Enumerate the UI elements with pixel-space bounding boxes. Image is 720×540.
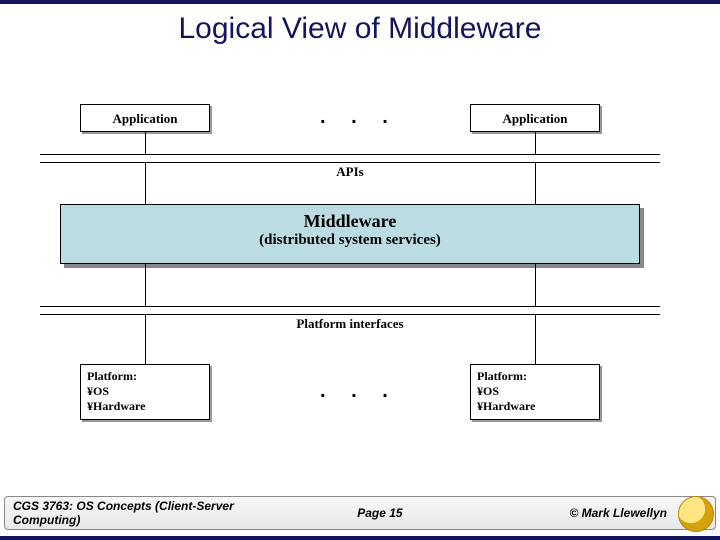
apis-divider [40,154,660,155]
footer-course: CGS 3763: OS Concepts (Client-Server Com… [13,499,300,527]
apis-label: APIs [40,164,660,180]
middleware-subtitle: (distributed system services) [61,232,639,249]
connector [145,162,146,204]
application-box-left: Application [80,104,210,132]
connector [145,264,146,306]
footer-page: Page 15 [300,506,460,520]
connector [535,162,536,204]
connector [145,314,146,364]
slide-footer: CGS 3763: OS Concepts (Client-Server Com… [4,496,716,530]
platform-interfaces-divider [40,314,660,315]
platform-box-right: Platform: ¥OS ¥Hardware [470,364,600,420]
ellipsis-bottom: . . . [320,380,398,403]
middleware-diagram: Application Application . . . APIs Middl… [40,104,660,464]
slide-title: Logical View of Middleware [0,12,720,46]
connector [535,132,536,154]
application-box-right: Application [470,104,600,132]
platform-box-left: Platform: ¥OS ¥Hardware [80,364,210,420]
platform-interfaces-divider [40,306,660,307]
middleware-bar: Middleware (distributed system services) [60,204,640,264]
connector [535,314,536,364]
ucf-logo-icon [678,496,714,532]
middleware-title: Middleware [61,211,639,232]
footer-copyright: © Mark Llewellyn [460,506,707,520]
apis-divider [40,162,660,163]
ellipsis-top: . . . [320,106,398,129]
connector [535,264,536,306]
connector [145,132,146,154]
platform-interfaces-label: Platform interfaces [40,316,660,332]
